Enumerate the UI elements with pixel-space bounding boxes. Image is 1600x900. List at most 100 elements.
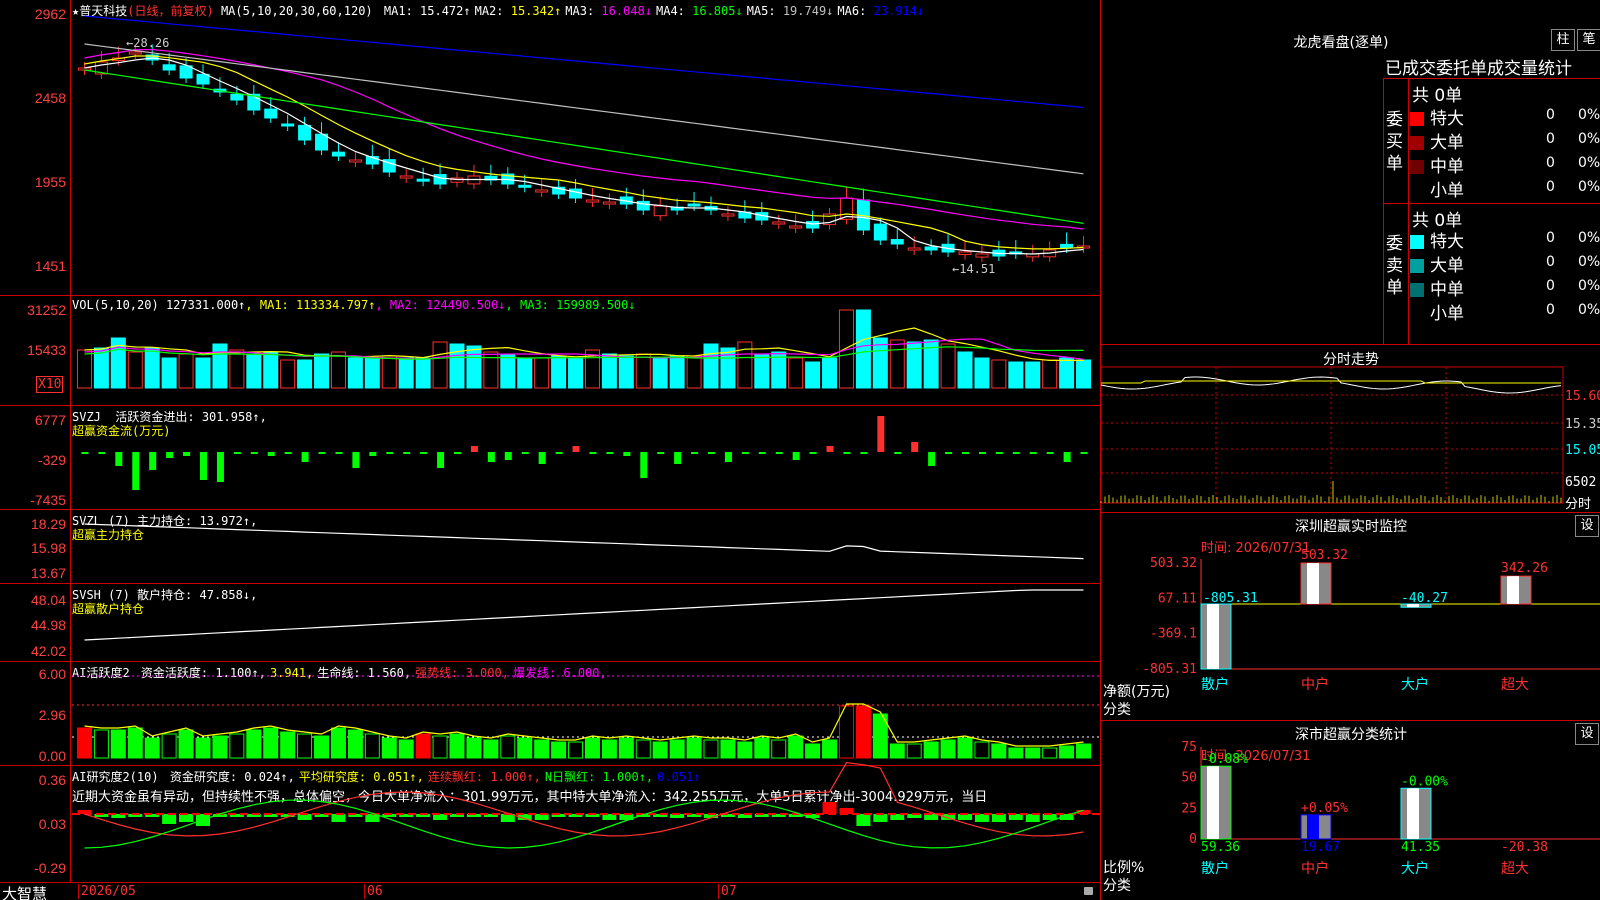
date-label: 06 — [364, 884, 383, 899]
activity-bar — [432, 735, 448, 759]
ai-active-panel[interactable]: AI活跃度2 资金活跃度: 1.100↑, 3.941, 生命线: 1.560, 强势… — [0, 662, 1100, 766]
candle-body — [772, 221, 786, 225]
activity-bar — [652, 741, 668, 759]
monitor-panel[interactable]: 深圳超赢实时监控 设 时间: 2026/07/31 净额(万元) 分类 503.… — [1101, 512, 1600, 720]
volume-bar — [93, 347, 109, 389]
activity-bar — [500, 735, 516, 759]
activity-bar — [517, 737, 533, 759]
category-label: 中户 — [1301, 676, 1329, 693]
fund-flow-bar — [250, 452, 258, 454]
volume-bar — [466, 345, 482, 389]
activity-bar — [635, 739, 651, 759]
color-swatch — [1410, 259, 1424, 273]
activity-bar — [347, 729, 363, 759]
order-size-label: 中单 — [1430, 157, 1464, 177]
order-stat-row: 中单 0 0% — [1410, 152, 1600, 177]
volume-bar — [974, 357, 990, 389]
fund-flow-bar — [589, 452, 597, 454]
research-bar — [991, 814, 1006, 822]
volume-bar — [822, 357, 838, 389]
activity-bar — [398, 739, 414, 759]
volume-bar — [1008, 361, 1024, 389]
volume-bar — [415, 357, 431, 389]
fund-flow-bar — [267, 452, 275, 456]
order-count: 0 — [1546, 155, 1555, 171]
intraday-y-label: 分时 — [1565, 497, 1592, 512]
fund-flow-bar — [521, 452, 529, 454]
volume-bar — [855, 309, 871, 389]
tick-view-button[interactable]: 笔 — [1577, 29, 1600, 51]
activity-bar — [618, 737, 634, 759]
fund-flow-bar — [420, 452, 428, 454]
activity-bar — [280, 731, 296, 759]
intraday-frame — [1100, 366, 1564, 504]
order-count: 0 — [1546, 230, 1555, 246]
candle-body — [890, 239, 904, 245]
volume-bar — [635, 353, 651, 389]
fund-flow-bar — [606, 452, 614, 454]
buy-count: 共 0单 — [1412, 86, 1463, 106]
fund-flow-bar — [318, 452, 326, 454]
volume-bar — [703, 343, 719, 389]
fund-flow-bar — [741, 452, 749, 454]
activity-bar — [601, 739, 617, 759]
volume-bar — [330, 351, 346, 389]
color-swatch — [1410, 184, 1424, 198]
buy-side-label: 委买单 — [1386, 109, 1406, 175]
candle-body — [535, 189, 549, 193]
volume-bar — [1025, 361, 1041, 389]
ma2-line — [84, 55, 1084, 250]
volume-bar — [991, 359, 1007, 389]
intraday-panel[interactable]: 分时走势 15.60 15.35 15.05 6502 分时 — [1100, 344, 1600, 512]
volume-bar — [805, 361, 821, 389]
candle-body — [924, 246, 938, 251]
order-stat-row: 特大 0 0% — [1410, 227, 1600, 252]
bar-value-label: 59.36 — [1201, 840, 1240, 855]
fund-flow-bar — [538, 452, 546, 464]
fund-flow-bar — [894, 452, 902, 454]
svzj-chart — [81, 416, 1088, 490]
candle-body — [907, 247, 921, 251]
color-swatch — [1410, 136, 1424, 150]
brand-label[interactable]: 大智慧 — [2, 883, 47, 900]
svsh-panel[interactable]: SVSH (7) 散户持仓: 47.858↓, 超赢散户持仓 48.04 44.… — [0, 584, 1100, 662]
activity-bar — [297, 733, 313, 759]
color-swatch — [1410, 307, 1424, 321]
order-count: 0 — [1546, 302, 1555, 318]
candlestick-panel[interactable]: ★普天科技(日线，前复权) MA(5,10,20,30,60,120) MA1:… — [0, 0, 1100, 296]
activity-bar — [466, 737, 482, 759]
category-bar-shine — [1207, 604, 1219, 669]
svzj-panel[interactable]: SVZJ 活跃资金进出: 301.958↑, 超赢资金流(万元) 6777 -3… — [0, 406, 1100, 510]
activity-bar — [703, 739, 719, 759]
svzl-panel[interactable]: SVZL (7) 主力持仓: 13.972↑, 超赢主力持仓 18.29 15.… — [0, 510, 1100, 584]
fund-flow-bar — [555, 452, 563, 454]
volume-panel[interactable]: VOL(5,10,20) 127331.000↑, MA1: 113334.79… — [0, 296, 1100, 406]
volume-bar — [889, 339, 905, 389]
ai-research-panel[interactable]: AI研究度2(10) 资金研究度: 0.024↑, 平均研究度: 0.051↑, 连… — [0, 762, 1100, 882]
fund-flow-bar — [1080, 452, 1088, 454]
fund-flow-bar — [962, 452, 969, 454]
activity-bar — [1008, 747, 1024, 759]
order-size-label: 特大 — [1430, 232, 1464, 252]
candle-body — [264, 108, 278, 119]
fund-flow-bar — [978, 452, 986, 454]
fund-flow-bar — [132, 452, 140, 490]
change-label: -0.00% — [1401, 774, 1448, 789]
candle-body — [1060, 243, 1074, 249]
column-view-button[interactable]: 柱 — [1551, 29, 1575, 51]
activity-bar — [551, 741, 567, 759]
fund-flow-bar — [843, 452, 851, 454]
classify-panel[interactable]: 深市超赢分类统计 设 时间: 2026/07/31 比例% 分类 75 50 25 0… — [1101, 720, 1600, 900]
lock-icon[interactable] — [1084, 887, 1093, 895]
volume-bar — [652, 357, 668, 389]
high-price-note: ←28.26 — [126, 36, 170, 50]
fund-flow-bar — [200, 452, 207, 480]
volume-bar — [229, 349, 245, 389]
fund-flow-bar — [454, 452, 461, 454]
fund-flow-bar — [233, 452, 241, 454]
candle-body — [518, 184, 532, 188]
y-tick-label: 67.11 — [1158, 591, 1197, 606]
volume-bar — [212, 343, 228, 389]
volume-bar — [957, 351, 973, 389]
volume-bar — [517, 357, 533, 389]
